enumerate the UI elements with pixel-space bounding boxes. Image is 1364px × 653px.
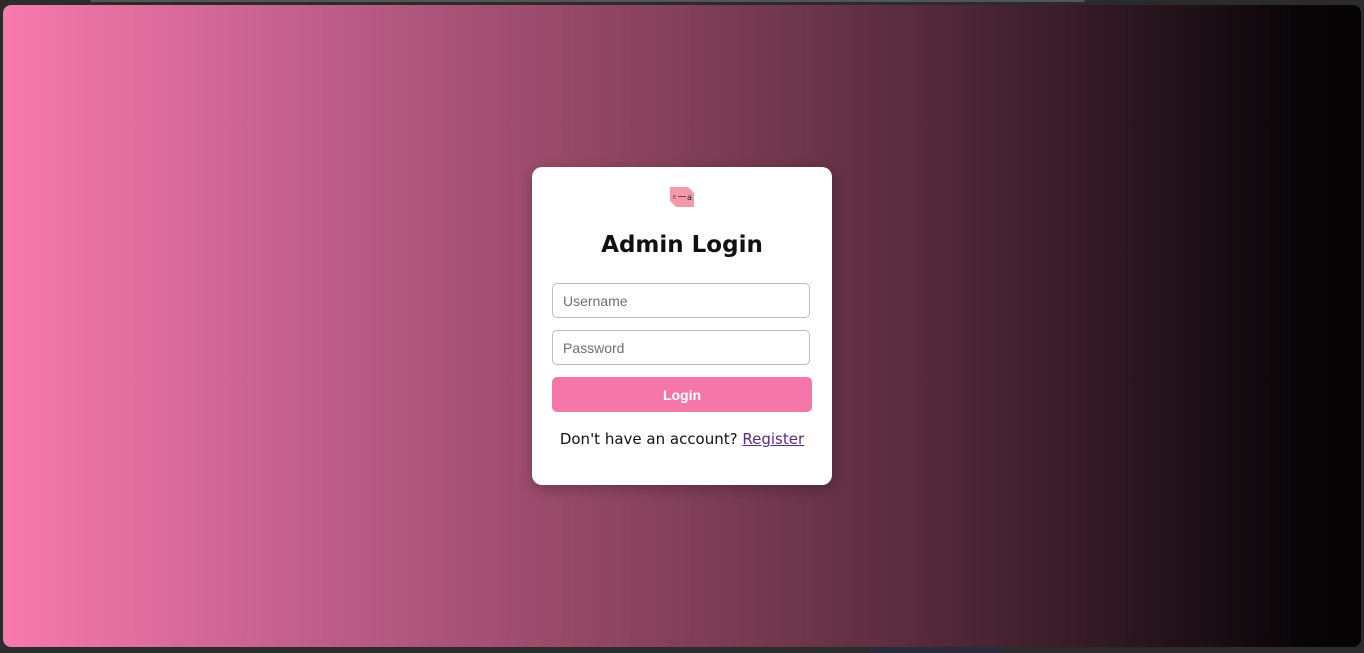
page-title: Admin Login	[601, 232, 763, 258]
brand-logo-icon: E a	[670, 187, 694, 207]
username-input[interactable]	[552, 283, 810, 318]
login-button[interactable]: Login	[552, 377, 812, 412]
svg-text:E: E	[673, 195, 676, 201]
page-background: E a Admin Login Login Don't have an acco…	[3, 5, 1361, 647]
login-card: E a Admin Login Login Don't have an acco…	[532, 167, 832, 485]
window-bottom-edge	[870, 648, 1000, 653]
window-top-edge	[90, 0, 1085, 2]
register-prompt-row: Don't have an account? Register	[532, 430, 832, 448]
register-prompt-text: Don't have an account?	[559, 430, 738, 448]
password-input[interactable]	[552, 330, 810, 365]
register-link[interactable]: Register	[742, 430, 804, 448]
svg-text:a: a	[687, 193, 692, 202]
